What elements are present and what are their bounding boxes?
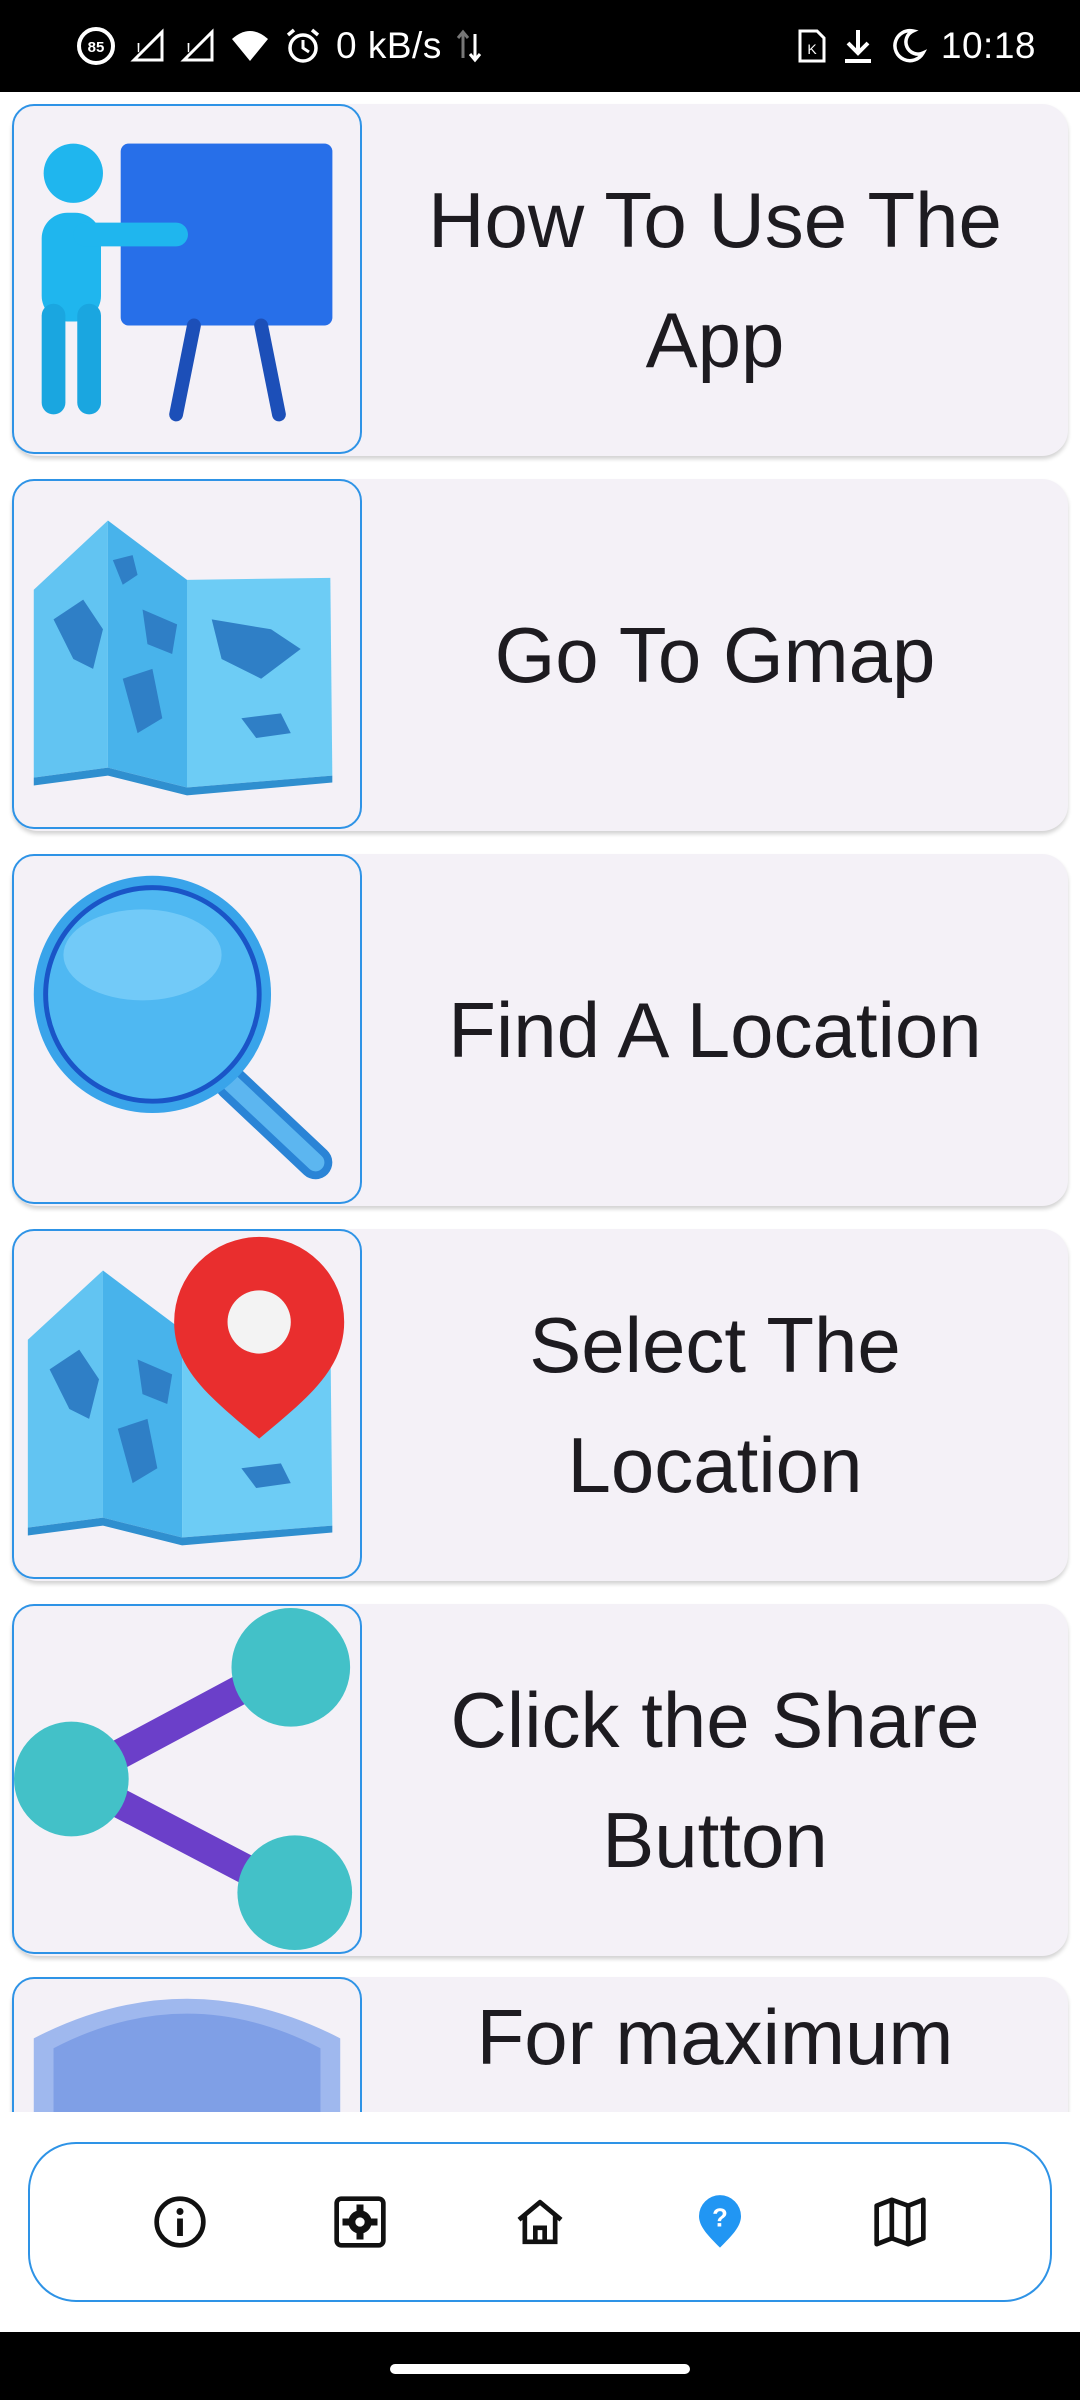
thumbnail-frame [12,854,362,1204]
card-label: Click the Share Button [450,1676,980,1884]
share-icon [14,1607,353,1951]
thumbnail-frame [12,104,362,454]
nav-map-button[interactable] [860,2182,940,2262]
thumbnail-frame [12,479,362,829]
guide-list: How To Use The App Go To Gmap Find A Loc… [0,92,1080,2112]
battery-badge-text: 85 [88,39,105,56]
card-label: Find A Location [448,986,982,1074]
help-icon: ? [699,2195,741,2248]
magnifying-glass-icon [33,875,333,1180]
presentation-board-icon [41,143,333,422]
settings-icon [334,2196,386,2248]
data-transfer-icon [456,28,482,64]
card-find-location[interactable]: Find A Location [12,854,1068,1206]
nav-info-button[interactable] [140,2182,220,2262]
card-label: For maximum [476,1993,954,2081]
bottom-navigation: ? [28,2142,1052,2302]
card-label: How To Use The App [428,176,1002,384]
card-label: Select The Location [529,1301,901,1509]
card-maximum[interactable]: For maximum [12,1977,1068,2112]
network-speed: 0 kB/s [336,25,442,66]
shield-icon [33,1998,341,2112]
clock: 10:18 [940,25,1036,66]
bottom-area: ? [0,2112,1080,2332]
home-icon [517,2199,563,2245]
nav-help-button[interactable]: ? [680,2182,760,2262]
status-bar-right: K 10:18 [797,25,1036,67]
svg-text:?: ? [712,2205,728,2233]
no-signal-icon: ! [130,28,166,64]
thumbnail-frame [12,1229,362,1579]
card-label: Go To Gmap [494,611,936,699]
no-signal-icon-2: ! [180,28,216,64]
do-not-disturb-moon-icon [889,27,927,65]
home-gesture-handle[interactable] [390,2364,690,2374]
svg-text:K: K [807,41,817,57]
card-go-to-gmap[interactable]: Go To Gmap [12,479,1068,831]
svg-text:!: ! [136,40,141,60]
status-bar-left: 85 ! ! 0 kB/s [76,25,482,67]
map-pin-icon [27,1236,345,1546]
download-icon [841,27,875,65]
thumbnail-frame [12,1604,362,1954]
wifi-icon [230,29,270,63]
card-how-to-use[interactable]: How To Use The App [12,104,1068,456]
folded-map-icon [33,520,333,796]
battery-saver-badge-icon: 85 [76,26,116,66]
sim-card-icon: K [797,28,827,64]
card-select-location[interactable]: Select The Location [12,1229,1068,1581]
card-share-button[interactable]: Click the Share Button [12,1604,1068,1956]
system-navigation-bar [0,2332,1080,2400]
status-bar: 85 ! ! 0 kB/s K 10:18 [0,0,1080,92]
nav-settings-button[interactable] [320,2182,400,2262]
alarm-icon [284,27,322,65]
map-icon [874,2197,926,2247]
thumbnail-frame [12,1977,362,2112]
nav-home-button[interactable] [500,2182,580,2262]
svg-text:!: ! [186,40,191,60]
info-icon [154,2196,206,2248]
